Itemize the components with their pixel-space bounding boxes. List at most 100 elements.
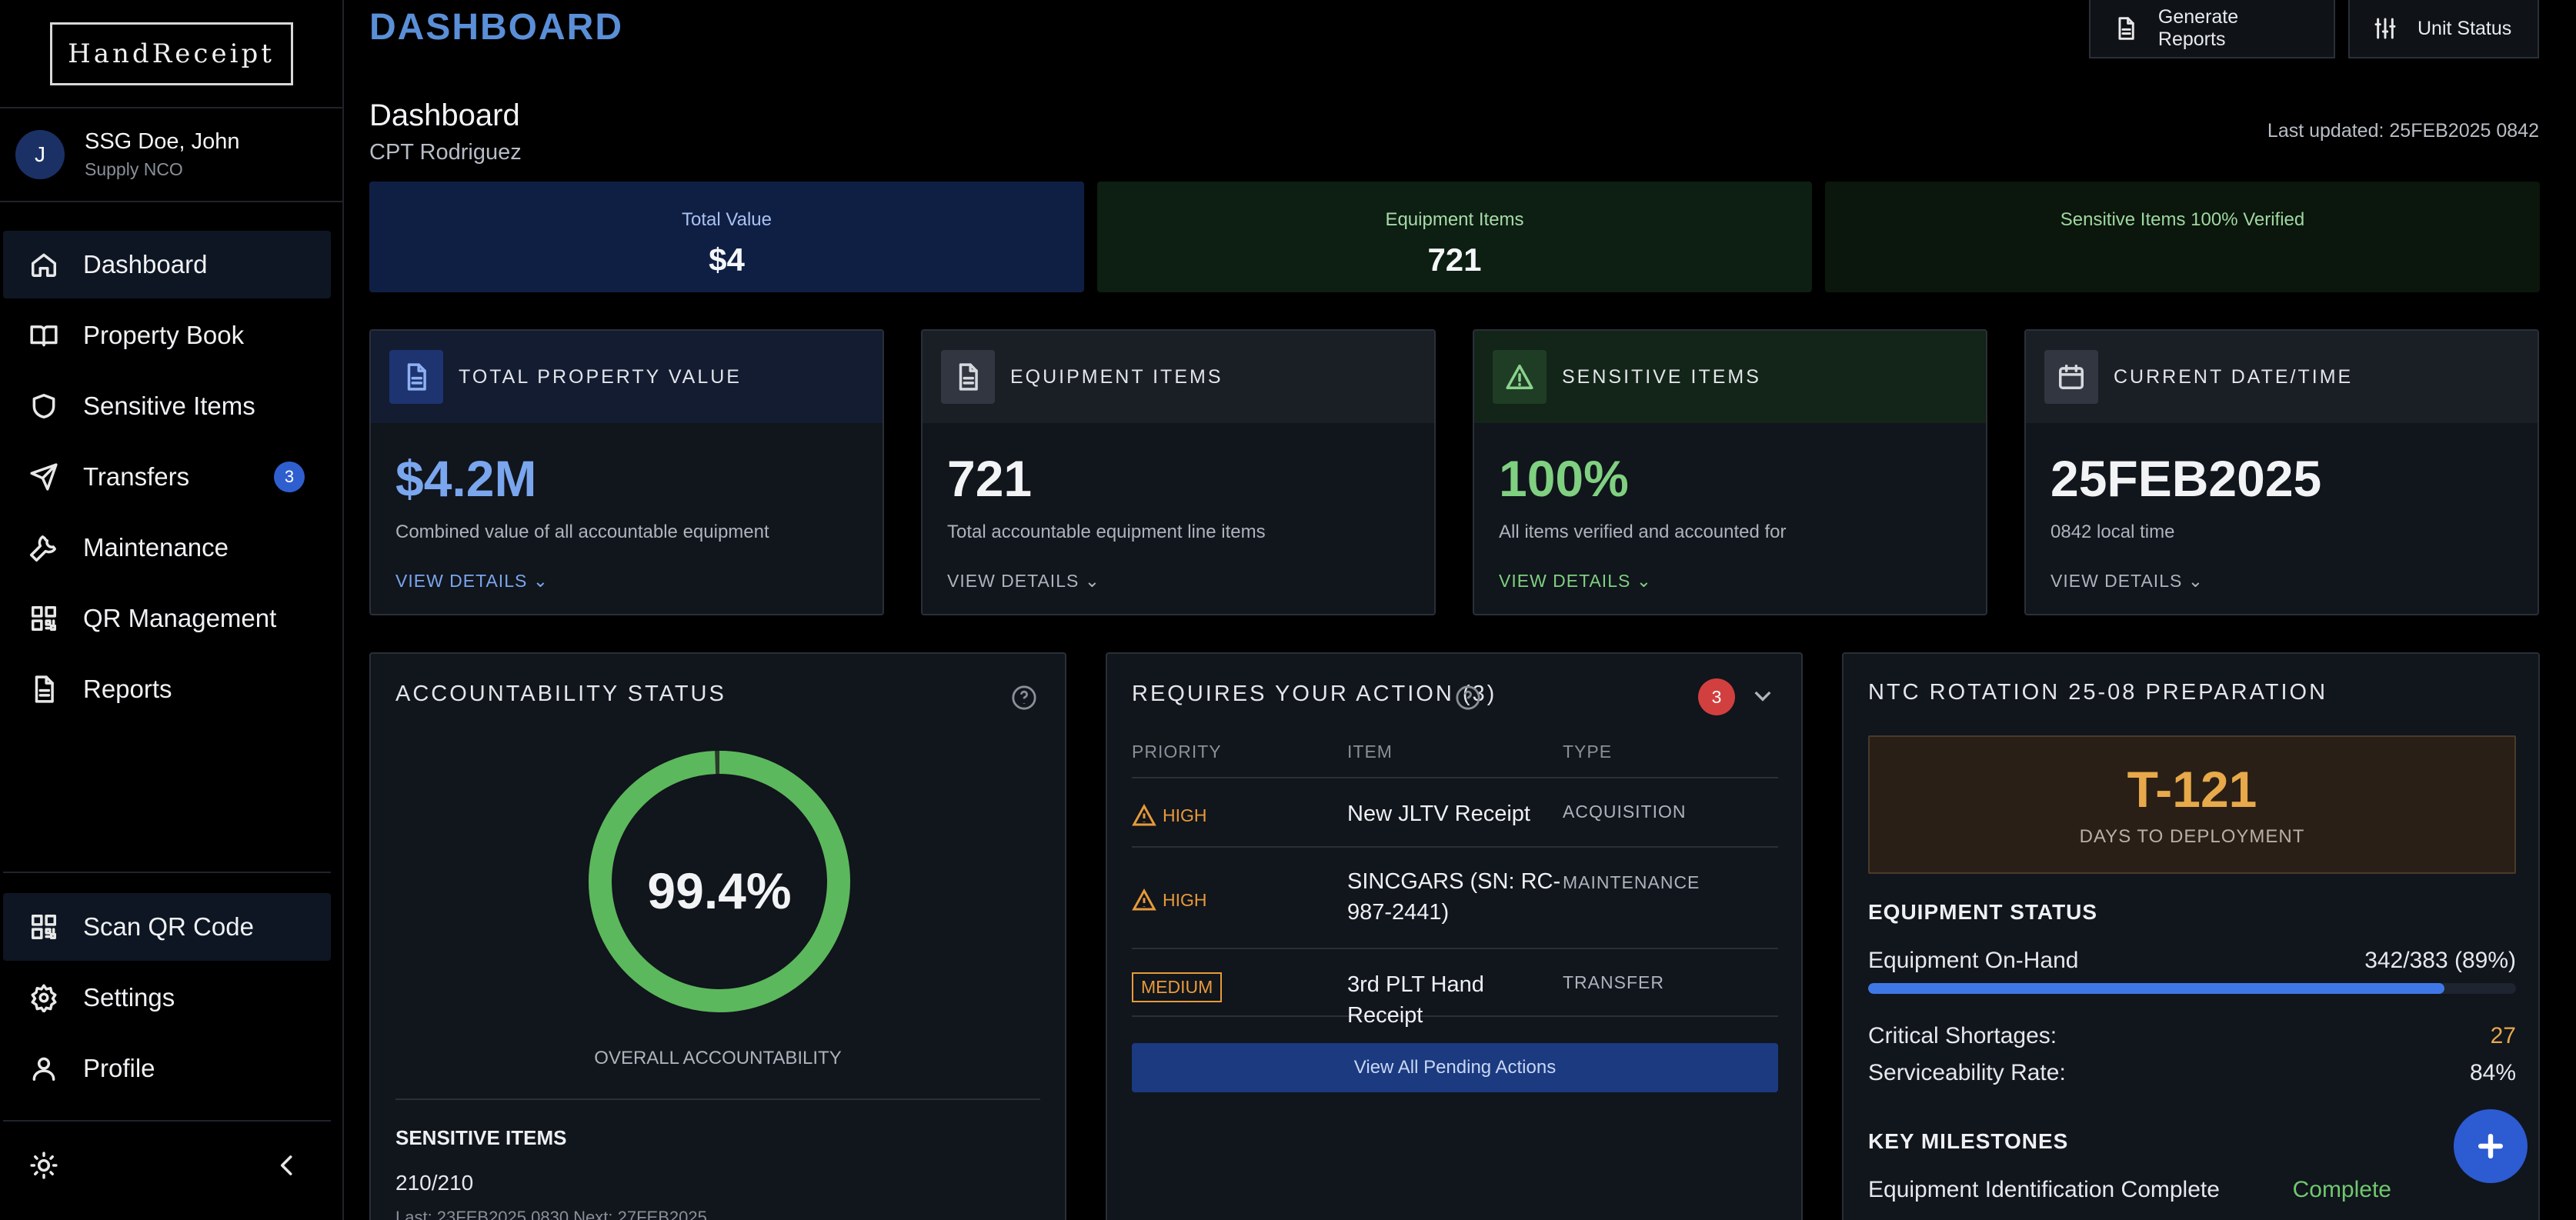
help-icon[interactable] bbox=[1011, 685, 1037, 711]
view-details-label: VIEW DETAILS bbox=[1499, 571, 1631, 591]
banner-total-value: Total Value $4 bbox=[369, 182, 1084, 292]
book-icon bbox=[28, 319, 60, 352]
view-details-label: VIEW DETAILS bbox=[395, 571, 528, 591]
user-profile-summary[interactable]: J SSG Doe, John Supply NCO bbox=[0, 108, 342, 202]
qr-icon bbox=[28, 602, 60, 635]
home-icon bbox=[28, 248, 60, 281]
stat-value: 721 bbox=[947, 450, 1033, 507]
milestone-status: Complete bbox=[2292, 1177, 2391, 1202]
dashboard-heading: Dashboard bbox=[369, 98, 520, 132]
send-icon bbox=[28, 461, 60, 493]
on-hand-value: 342/383 (89%) bbox=[2364, 948, 2516, 973]
action-count-badge: 3 bbox=[1698, 678, 1735, 715]
table-row[interactable]: HIGH New JLTV Receipt ACQUISITION bbox=[1132, 777, 1778, 846]
chevron-down-icon[interactable] bbox=[1750, 683, 1775, 712]
divider bbox=[395, 1098, 1040, 1100]
equipment-status-heading: EQUIPMENT STATUS bbox=[1868, 900, 2098, 924]
banner-value: 721 bbox=[1427, 242, 1482, 278]
qr-icon bbox=[28, 911, 60, 943]
view-details-label: VIEW DETAILS bbox=[2050, 571, 2183, 591]
chevron-left-icon[interactable] bbox=[272, 1151, 302, 1184]
sidebar-item-scan-qr[interactable]: Scan QR Code bbox=[3, 893, 331, 961]
sidebar-item-sensitive-items[interactable]: Sensitive Items bbox=[3, 372, 331, 440]
sidebar-item-dashboard[interactable]: Dashboard bbox=[3, 231, 331, 298]
milestone-label: Equipment Identification Complete bbox=[1868, 1177, 2220, 1202]
sidebar-item-qr-management[interactable]: QR Management bbox=[3, 585, 331, 652]
logo-area: HandReceipt bbox=[0, 0, 342, 108]
sidebar-item-label: Dashboard bbox=[83, 250, 208, 278]
priority-high: HIGH bbox=[1132, 803, 1207, 828]
on-hand-progress-bar bbox=[1868, 983, 2516, 994]
view-details-label: VIEW DETAILS bbox=[947, 571, 1079, 591]
sidebar-item-label: Maintenance bbox=[83, 533, 229, 562]
chevron-down-icon: ⌄ bbox=[1636, 571, 1652, 591]
milestone-row: Equipment Identification Complete Comple… bbox=[1868, 1177, 2391, 1203]
serviceability-row: Serviceability Rate: 84% bbox=[1868, 1060, 2516, 1086]
app-logo[interactable]: HandReceipt bbox=[49, 22, 293, 85]
sidebar-item-maintenance[interactable]: Maintenance bbox=[3, 514, 331, 582]
sidebar-item-settings[interactable]: Settings bbox=[3, 964, 331, 1032]
stat-title: EQUIPMENT ITEMS bbox=[1010, 365, 1223, 388]
chevron-down-icon: ⌄ bbox=[1084, 571, 1100, 591]
sensitive-items-count: 210/210 bbox=[395, 1171, 474, 1195]
accountability-label: OVERALL ACCOUNTABILITY bbox=[594, 1048, 842, 1068]
stat-value: 100% bbox=[1499, 450, 1629, 507]
banner-label: Equipment Items bbox=[1385, 209, 1524, 230]
sidebar-item-label: QR Management bbox=[83, 604, 277, 632]
add-button[interactable] bbox=[2454, 1109, 2528, 1183]
sidebar-bottom-nav: Scan QR Code Settings Profile bbox=[3, 872, 331, 1105]
sensitive-items-schedule: Last: 23FEB2025 0830 Next: 27FEB2025 bbox=[395, 1208, 707, 1220]
action-item: New JLTV Receipt bbox=[1347, 802, 1530, 826]
warning-icon bbox=[1132, 803, 1156, 826]
stat-description: Total accountable equipment line items bbox=[947, 522, 1266, 542]
transfers-count-badge: 3 bbox=[274, 462, 305, 492]
stat-card-sensitive-items: SENSITIVE ITEMS 100% All items verified … bbox=[1473, 329, 1987, 615]
action-item: SINCGARS (SN: RC-987-2441) bbox=[1347, 869, 1561, 925]
sidebar-item-transfers[interactable]: Transfers 3 bbox=[3, 443, 331, 511]
shortages-value: 27 bbox=[2490, 1023, 2516, 1048]
sidebar-item-label: Scan QR Code bbox=[83, 912, 254, 941]
panel-title: REQUIRES YOUR ACTION (3) bbox=[1132, 682, 1497, 706]
user-name: SSG Doe, John bbox=[85, 129, 240, 154]
unit-status-label: Unit Status bbox=[2418, 17, 2512, 39]
avatar: J bbox=[15, 130, 65, 179]
serviceability-label: Serviceability Rate: bbox=[1868, 1060, 2066, 1085]
view-details-link[interactable]: VIEW DETAILS ⌄ bbox=[947, 571, 1434, 592]
table-row[interactable]: MEDIUM 3rd PLT Hand Receipt TRANSFER bbox=[1132, 948, 1778, 1028]
action-type: MAINTENANCE bbox=[1563, 872, 1700, 892]
view-details-link[interactable]: VIEW DETAILS ⌄ bbox=[2050, 571, 2538, 592]
table-row[interactable]: HIGH SINCGARS (SN: RC-987-2441) MAINTENA… bbox=[1132, 846, 1778, 948]
user-role: Supply NCO bbox=[85, 159, 183, 179]
page-title: DASHBOARD bbox=[369, 7, 623, 48]
sidebar-item-reports[interactable]: Reports bbox=[3, 655, 331, 723]
sidebar-nav: Dashboard Property Book Sensitive Items … bbox=[3, 231, 331, 726]
user-icon bbox=[28, 1052, 60, 1085]
banner-value: $4 bbox=[709, 242, 745, 278]
sidebar-item-profile[interactable]: Profile bbox=[3, 1035, 331, 1102]
view-all-pending-actions-button[interactable]: View All Pending Actions bbox=[1132, 1043, 1778, 1092]
sun-icon[interactable] bbox=[29, 1151, 58, 1184]
key-milestones-heading: KEY MILESTONES bbox=[1868, 1129, 2069, 1153]
view-details-link[interactable]: VIEW DETAILS ⌄ bbox=[395, 571, 883, 592]
serviceability-value: 84% bbox=[2469, 1060, 2516, 1085]
document-icon bbox=[2118, 17, 2134, 40]
sidebar-item-property-book[interactable]: Property Book bbox=[3, 302, 331, 369]
chevron-down-icon: ⌄ bbox=[532, 571, 549, 591]
banner-label: Total Value bbox=[682, 209, 772, 230]
document-icon bbox=[389, 350, 443, 404]
generate-reports-button[interactable]: Generate Reports bbox=[2089, 0, 2335, 58]
sensitive-items-heading: SENSITIVE ITEMS bbox=[395, 1126, 567, 1149]
panel-title: ACCOUNTABILITY STATUS bbox=[395, 682, 726, 706]
sidebar: HandReceipt J SSG Doe, John Supply NCO D… bbox=[0, 0, 344, 1220]
chevron-down-icon: ⌄ bbox=[2187, 571, 2204, 591]
sidebar-item-label: Sensitive Items bbox=[83, 392, 255, 420]
view-details-link[interactable]: VIEW DETAILS ⌄ bbox=[1499, 571, 1986, 592]
column-header-priority: PRIORITY bbox=[1132, 742, 1222, 762]
sidebar-item-label: Reports bbox=[83, 675, 172, 703]
banner-sensitive-verified: Sensitive Items 100% Verified bbox=[1825, 182, 2540, 292]
wrench-icon bbox=[28, 532, 60, 564]
action-type: TRANSFER bbox=[1563, 972, 1664, 992]
column-header-item: ITEM bbox=[1347, 742, 1393, 762]
help-icon[interactable] bbox=[1455, 685, 1481, 711]
unit-status-button[interactable]: Unit Status bbox=[2348, 0, 2539, 58]
